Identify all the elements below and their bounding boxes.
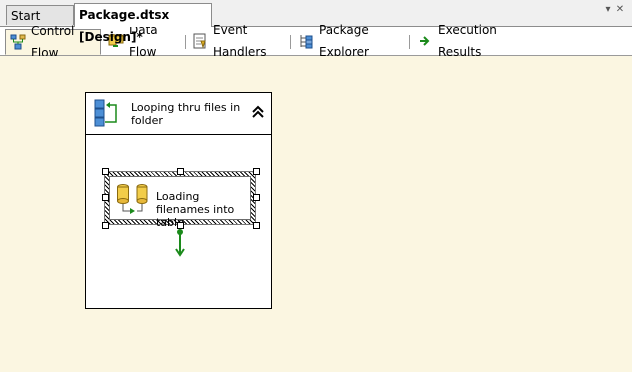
foreach-loop-icon — [94, 99, 122, 130]
package-explorer-icon — [298, 33, 314, 49]
task-body: Loading filenames into table — [109, 176, 251, 229]
data-flow-task-icon — [116, 183, 148, 220]
control-flow-icon — [10, 34, 26, 50]
task-title: Loading filenames into table — [156, 190, 235, 229]
resize-handle[interactable] — [102, 168, 109, 175]
event-handlers-icon — [192, 33, 208, 49]
data-flow-task[interactable]: Loading filenames into table — [104, 171, 256, 229]
resize-handle[interactable] — [253, 222, 260, 229]
dropdown-icon[interactable]: ▾ — [602, 4, 614, 15]
resize-handle[interactable] — [253, 194, 260, 201]
container-header[interactable]: Looping thru files in folder — [86, 93, 271, 135]
window-controls: ▾ ✕ — [602, 4, 626, 15]
container-title: Looping thru files in folder — [131, 101, 241, 127]
tab-package-explorer[interactable]: Package Explorer — [294, 23, 408, 59]
resize-handle[interactable] — [177, 168, 184, 175]
execution-results-icon — [417, 33, 433, 49]
tab-separator — [290, 35, 291, 49]
tab-package-design[interactable]: Package.dtsx [Design]* — [74, 3, 212, 44]
tab-separator — [409, 35, 410, 49]
close-icon[interactable]: ✕ — [614, 4, 626, 15]
collapse-chevron-icon[interactable] — [251, 105, 265, 119]
resize-handle[interactable] — [102, 222, 109, 229]
tab-event-handlers[interactable]: Event Handlers — [188, 23, 288, 59]
precedence-constraint-arrow[interactable] — [174, 228, 186, 258]
document-tab-strip: Start Page Package.dtsx [Design]* ▾✕ — [0, 0, 632, 44]
resize-handle[interactable] — [253, 168, 260, 175]
tab-execution-results[interactable]: Execution Results — [413, 23, 529, 59]
resize-handle[interactable] — [102, 194, 109, 201]
tab-separator — [185, 35, 186, 49]
